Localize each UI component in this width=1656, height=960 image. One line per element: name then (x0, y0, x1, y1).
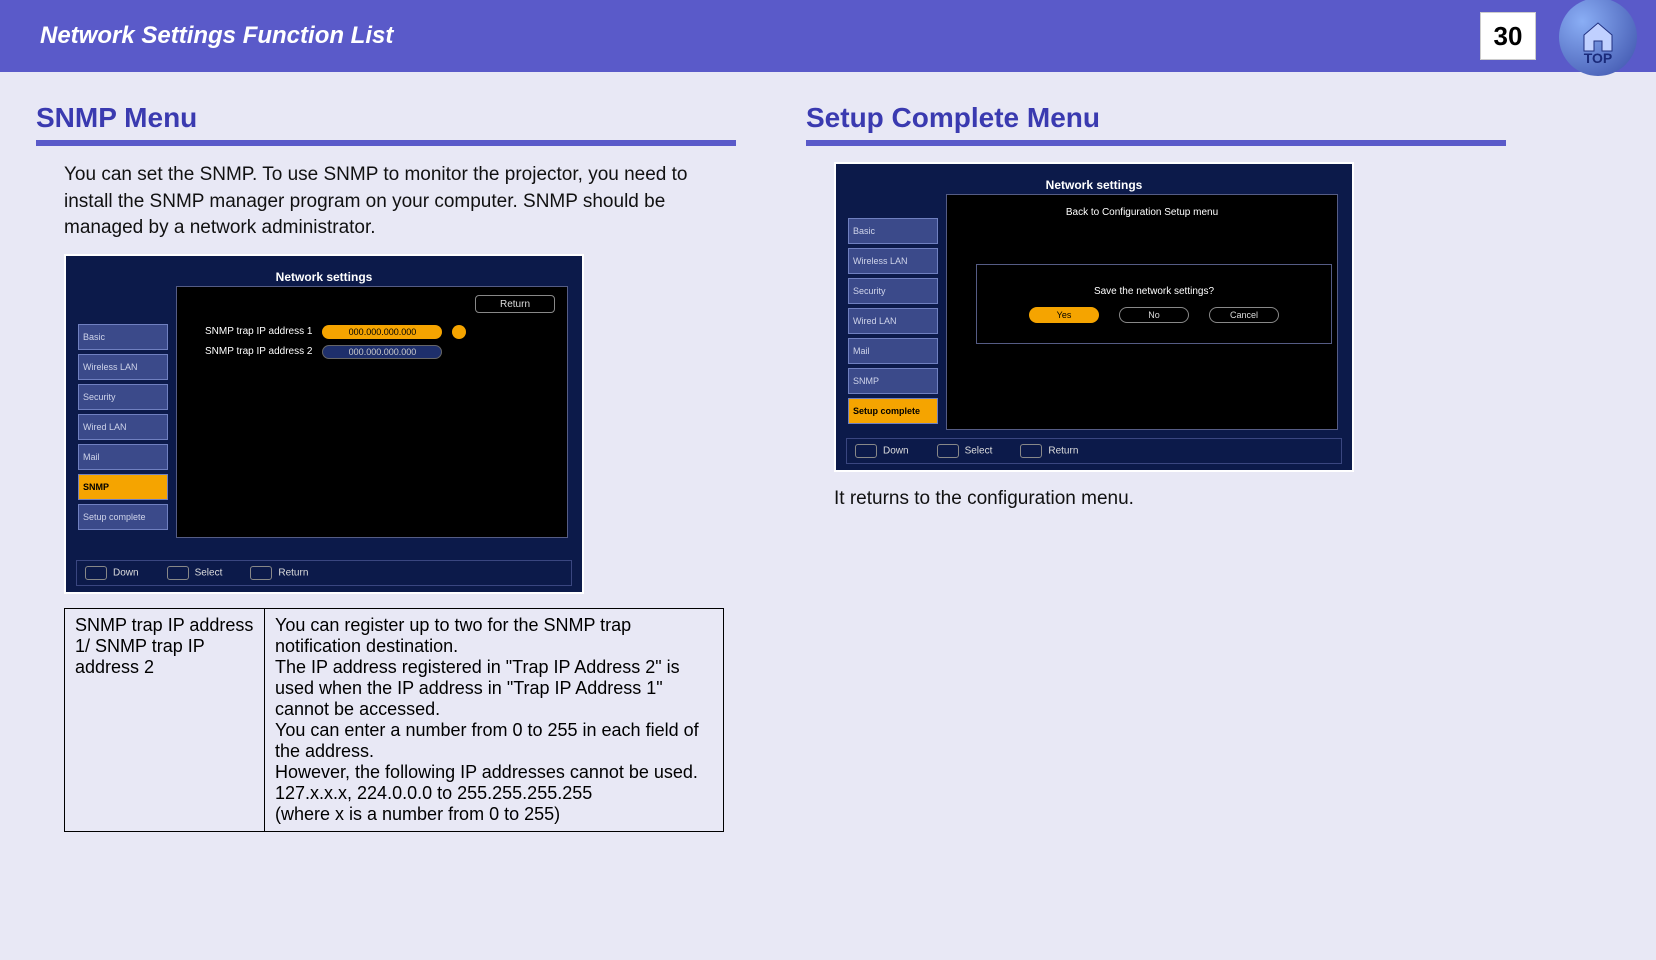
section-rule (806, 140, 1506, 146)
yes-button[interactable]: Yes (1029, 307, 1099, 323)
tab-security[interactable]: Security (848, 278, 938, 304)
snmp-row2-label: SNMP trap IP address 2 (205, 346, 312, 357)
snmp-intro-text: You can set the SNMP. To use SNMP to mon… (64, 162, 736, 242)
return-button[interactable]: Return (475, 295, 555, 313)
snmp-row1-label: SNMP trap IP address 1 (205, 326, 312, 337)
cancel-button[interactable]: Cancel (1209, 307, 1279, 323)
tab-wired-lan[interactable]: Wired LAN (78, 414, 168, 440)
param-key: SNMP trap IP address 1/ SNMP trap IP add… (65, 608, 265, 831)
footer-select: Select (167, 566, 223, 580)
tab-basic[interactable]: Basic (848, 218, 938, 244)
param-desc-line: However, the following IP addresses cann… (275, 762, 713, 783)
snmp-param-table: SNMP trap IP address 1/ SNMP trap IP add… (64, 608, 724, 832)
sc-tabs: Basic Wireless LAN Security Wired LAN Ma… (848, 218, 938, 424)
tab-mail[interactable]: Mail (78, 444, 168, 470)
setup-complete-screen: Network settings Back to Configuration S… (834, 162, 1354, 472)
snmp-section: SNMP Menu You can set the SNMP. To use S… (36, 102, 736, 832)
content: SNMP Menu You can set the SNMP. To use S… (0, 72, 1656, 862)
sc-screen-title: Network settings (1046, 178, 1143, 192)
tab-snmp[interactable]: SNMP (848, 368, 938, 394)
snmp-row2-value[interactable]: 000.000.000.000 (322, 345, 442, 359)
snmp-tabs: Basic Wireless LAN Security Wired LAN Ma… (78, 324, 168, 530)
tab-wired-lan[interactable]: Wired LAN (848, 308, 938, 334)
dialog-buttons: Yes No Cancel (1029, 307, 1279, 323)
snmp-row1-value[interactable]: 000.000.000.000 (322, 325, 442, 339)
snmp-screen: Network settings Return SNMP trap IP add… (64, 254, 584, 594)
dialog-text: Save the network settings? (1094, 286, 1214, 297)
footer-down: Down (855, 444, 909, 458)
tab-security[interactable]: Security (78, 384, 168, 410)
footer-down: Down (85, 566, 139, 580)
param-desc: You can register up to two for the SNMP … (265, 608, 724, 831)
tab-wireless-lan[interactable]: Wireless LAN (848, 248, 938, 274)
tab-snmp[interactable]: SNMP (78, 474, 168, 500)
home-icon (1578, 21, 1618, 53)
param-desc-line: You can enter a number from 0 to 255 in … (275, 720, 713, 762)
param-desc-line: 127.x.x.x, 224.0.0.0 to 255.255.255.255 (275, 783, 713, 804)
home-top-icon: TOP (1559, 0, 1637, 76)
chevron-right-icon (452, 325, 466, 339)
sc-footer: Down Select Return (846, 438, 1342, 464)
header-title: Network Settings Function List (40, 22, 393, 50)
param-desc-line: The IP address registered in "Trap IP Ad… (275, 657, 713, 720)
section-rule (36, 140, 736, 146)
snmp-heading: SNMP Menu (36, 102, 736, 134)
tab-wireless-lan[interactable]: Wireless LAN (78, 354, 168, 380)
no-button[interactable]: No (1119, 307, 1189, 323)
tab-mail[interactable]: Mail (848, 338, 938, 364)
param-desc-line: You can register up to two for the SNMP … (275, 615, 713, 657)
page-number: 30 (1480, 12, 1536, 60)
tab-setup-complete[interactable]: Setup complete (848, 398, 938, 424)
top-icon-label: TOP (1584, 50, 1613, 66)
tab-basic[interactable]: Basic (78, 324, 168, 350)
footer-return: Return (250, 566, 308, 580)
footer-select: Select (937, 444, 993, 458)
save-dialog: Save the network settings? Yes No Cancel (976, 264, 1332, 344)
snmp-panel: Return SNMP trap IP address 1 000.000.00… (176, 286, 568, 538)
setup-complete-section: Setup Complete Menu Network settings Bac… (806, 102, 1506, 832)
tab-setup-complete[interactable]: Setup complete (78, 504, 168, 530)
top-icon[interactable]: TOP (1548, 0, 1648, 82)
header-bar: Network Settings Function List 30 TOP (0, 0, 1656, 72)
setup-complete-caption: It returns to the configuration menu. (834, 486, 1506, 513)
snmp-screen-title: Network settings (276, 270, 373, 284)
footer-return: Return (1020, 444, 1078, 458)
setup-complete-heading: Setup Complete Menu (806, 102, 1506, 134)
sc-subtitle: Back to Configuration Setup menu (1066, 207, 1218, 218)
param-desc-line: (where x is a number from 0 to 255) (275, 804, 713, 825)
snmp-footer: Down Select Return (76, 560, 572, 586)
